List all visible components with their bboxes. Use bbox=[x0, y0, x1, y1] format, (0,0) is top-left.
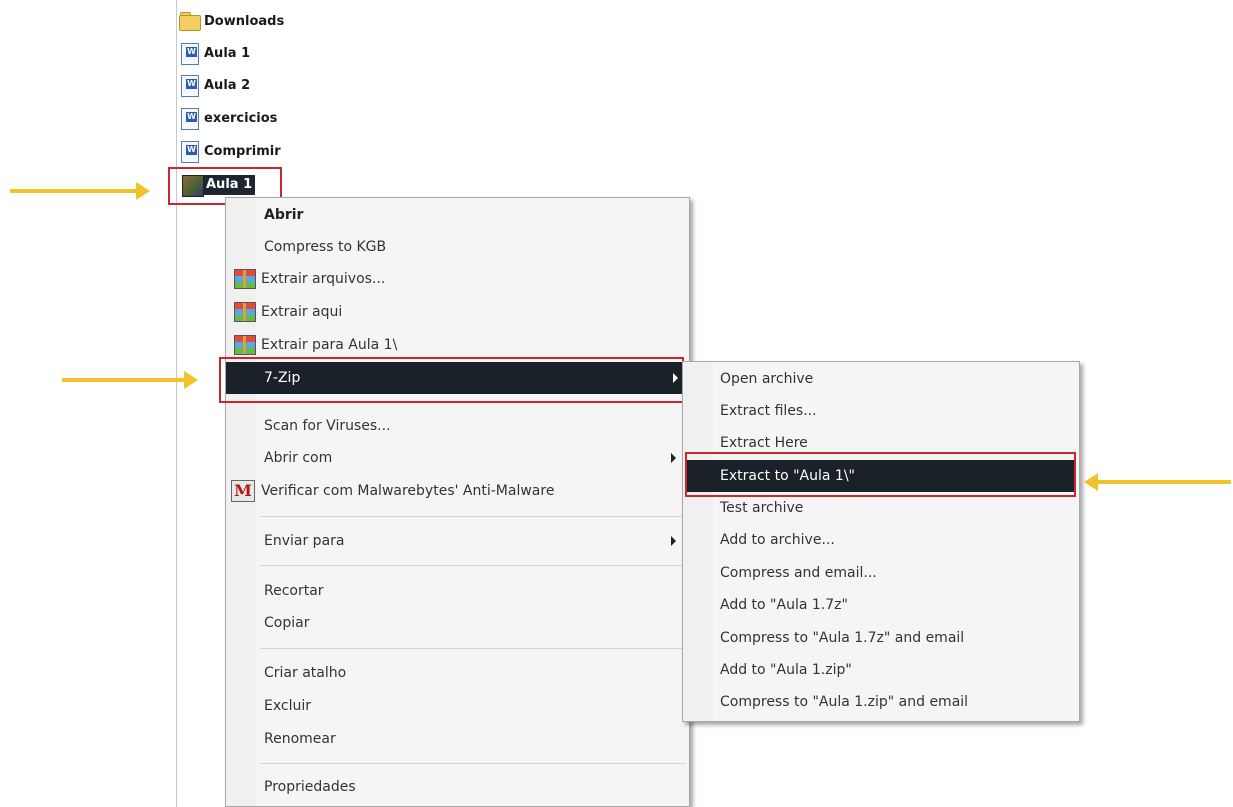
menu-item-label: Extrair para Aula 1\ bbox=[261, 337, 398, 353]
menu-item-scan-viruses[interactable]: Scan for Viruses... bbox=[226, 411, 689, 441]
menu-item-label: Compress to "Aula 1.7z" and email bbox=[720, 630, 965, 646]
submenu-item-compress-email[interactable]: Compress and email... bbox=[683, 558, 1079, 588]
file-name: Comprimir bbox=[204, 143, 281, 159]
file-name: Aula 1 bbox=[204, 45, 251, 61]
file-item-comprimir[interactable]: W Comprimir bbox=[178, 138, 378, 164]
file-name: Aula 1 bbox=[206, 177, 253, 192]
submenu-item-extract-to[interactable]: Extract to "Aula 1\" bbox=[687, 460, 1075, 492]
file-name: Aula 2 bbox=[204, 77, 251, 93]
menu-item-label: Recortar bbox=[264, 583, 324, 599]
file-name: Downloads bbox=[204, 13, 285, 29]
explorer-divider bbox=[176, 0, 177, 807]
menu-item-label: 7-Zip bbox=[264, 370, 301, 386]
submenu-arrow-icon bbox=[673, 373, 678, 383]
menu-item-label: Extract Here bbox=[720, 435, 808, 451]
menu-item-label: Verificar com Malwarebytes' Anti-Malware bbox=[261, 483, 555, 499]
submenu-item-extract-files[interactable]: Extract files... bbox=[683, 396, 1079, 426]
submenu-item-open-archive[interactable]: Open archive bbox=[683, 364, 1079, 394]
submenu-item-compress-7z-email[interactable]: Compress to "Aula 1.7z" and email bbox=[683, 623, 1079, 653]
submenu-item-compress-zip-email[interactable]: Compress to "Aula 1.zip" and email bbox=[683, 687, 1079, 717]
submenu-arrow-icon bbox=[671, 453, 676, 463]
menu-item-label: Compress to KGB bbox=[264, 239, 387, 255]
menu-item-malwarebytes[interactable]: M Verificar com Malwarebytes' Anti-Malwa… bbox=[226, 476, 689, 506]
menu-item-extrair-para[interactable]: Extrair para Aula 1\ bbox=[226, 330, 689, 360]
menu-separator bbox=[260, 565, 686, 566]
menu-item-label: Propriedades bbox=[264, 779, 356, 795]
menu-item-copiar[interactable]: Copiar bbox=[226, 608, 689, 638]
menu-item-7zip[interactable]: 7-Zip bbox=[226, 362, 689, 394]
submenu-item-add-zip[interactable]: Add to "Aula 1.zip" bbox=[683, 655, 1079, 685]
word-document-icon: W bbox=[178, 141, 200, 163]
submenu-7zip: Open archive Extract files... Extract He… bbox=[682, 361, 1080, 722]
folder-icon bbox=[178, 11, 201, 31]
menu-item-label: Compress to "Aula 1.zip" and email bbox=[720, 694, 969, 710]
archive-icon bbox=[182, 175, 204, 197]
winrar-icon bbox=[234, 302, 256, 322]
menu-item-label: Test archive bbox=[720, 500, 804, 516]
menu-separator bbox=[260, 402, 686, 403]
menu-separator bbox=[260, 516, 686, 517]
menu-item-label: Excluir bbox=[264, 698, 311, 714]
file-item-aula-2-doc[interactable]: W Aula 2 bbox=[178, 72, 378, 98]
menu-item-label: Abrir bbox=[264, 207, 304, 223]
menu-separator bbox=[260, 648, 686, 649]
menu-item-enviar-para[interactable]: Enviar para bbox=[226, 526, 689, 556]
menu-item-label: Add to archive... bbox=[720, 532, 835, 548]
winrar-icon bbox=[234, 269, 256, 289]
submenu-arrow-icon bbox=[671, 536, 676, 546]
menu-item-label: Add to "Aula 1.7z" bbox=[720, 597, 848, 613]
menu-item-compress-kgb[interactable]: Compress to KGB bbox=[226, 232, 689, 262]
menu-item-label: Extract to "Aula 1\" bbox=[720, 468, 855, 484]
submenu-item-add-archive[interactable]: Add to archive... bbox=[683, 525, 1079, 555]
file-item-downloads[interactable]: Downloads bbox=[178, 8, 378, 34]
file-name: exercicios bbox=[204, 110, 278, 126]
menu-item-label: Extrair arquivos... bbox=[261, 271, 386, 287]
menu-item-extrair-aqui[interactable]: Extrair aqui bbox=[226, 297, 689, 327]
menu-item-excluir[interactable]: Excluir bbox=[226, 691, 689, 721]
submenu-item-extract-here[interactable]: Extract Here bbox=[683, 428, 1079, 458]
submenu-item-test-archive[interactable]: Test archive bbox=[683, 493, 1079, 523]
menu-item-label: Copiar bbox=[264, 615, 310, 631]
menu-item-label: Add to "Aula 1.zip" bbox=[720, 662, 852, 678]
menu-item-label: Open archive bbox=[720, 371, 814, 387]
menu-item-abrir-com[interactable]: Abrir com bbox=[226, 443, 689, 473]
file-item-aula-1-doc[interactable]: W Aula 1 bbox=[178, 40, 378, 66]
menu-item-criar-atalho[interactable]: Criar atalho bbox=[226, 658, 689, 688]
word-document-icon: W bbox=[178, 108, 200, 130]
menu-item-label: Enviar para bbox=[264, 533, 345, 549]
menu-item-label: Extract files... bbox=[720, 403, 817, 419]
menu-item-label: Extrair aqui bbox=[261, 304, 343, 320]
menu-item-label: Renomear bbox=[264, 731, 336, 747]
malwarebytes-icon: M bbox=[231, 480, 255, 502]
menu-item-label: Compress and email... bbox=[720, 565, 877, 581]
menu-item-label: Criar atalho bbox=[264, 665, 347, 681]
word-document-icon: W bbox=[178, 43, 200, 65]
submenu-item-add-7z[interactable]: Add to "Aula 1.7z" bbox=[683, 590, 1079, 620]
menu-item-recortar[interactable]: Recortar bbox=[226, 576, 689, 606]
menu-item-label: Scan for Viruses... bbox=[264, 418, 391, 434]
file-item-exercicios[interactable]: W exercicios bbox=[178, 105, 378, 131]
menu-item-extrair-arquivos[interactable]: Extrair arquivos... bbox=[226, 264, 689, 294]
menu-item-abrir[interactable]: Abrir bbox=[226, 200, 689, 230]
menu-item-propriedades[interactable]: Propriedades bbox=[226, 772, 689, 802]
winrar-icon bbox=[234, 335, 256, 355]
menu-item-renomear[interactable]: Renomear bbox=[226, 724, 689, 754]
menu-item-label: Abrir com bbox=[264, 450, 333, 466]
word-document-icon: W bbox=[178, 75, 200, 97]
context-menu: Abrir Compress to KGB Extrair arquivos..… bbox=[225, 197, 690, 807]
menu-separator bbox=[260, 763, 686, 764]
